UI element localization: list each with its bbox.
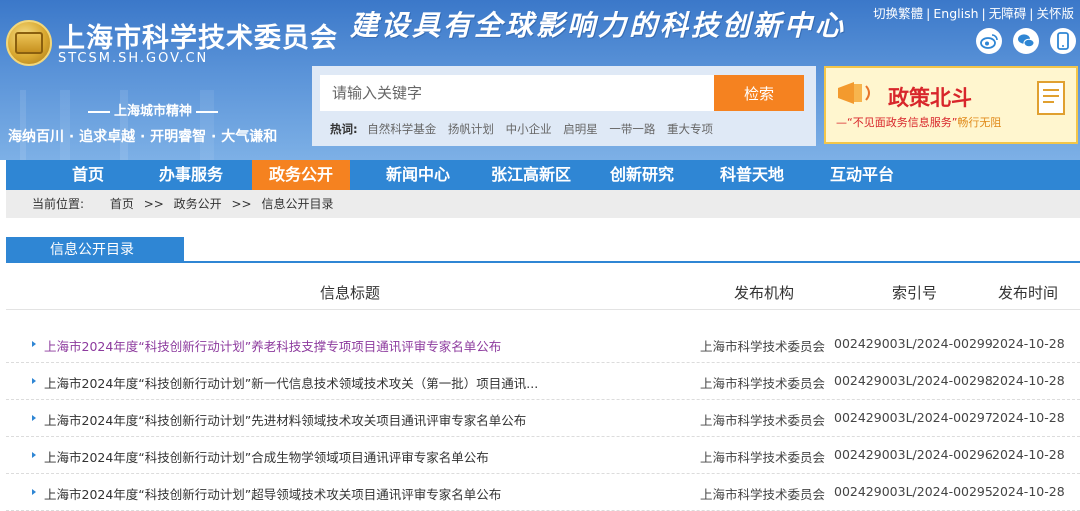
section-tab-info-catalog[interactable]: 信息公开目录	[6, 237, 184, 263]
hot-word-link[interactable]: 扬帆计划	[448, 122, 494, 136]
column-header-date: 发布时间	[998, 284, 1059, 302]
column-header-title: 信息标题	[320, 284, 381, 302]
row-org: 上海市科学技术委员会	[700, 339, 826, 354]
nav-item-science[interactable]: 科普天地	[704, 160, 800, 190]
search-input[interactable]	[320, 75, 716, 111]
bullet-icon	[32, 489, 36, 495]
weibo-icon[interactable]	[976, 28, 1002, 54]
row-date: 2024-10-28	[992, 410, 1065, 425]
row-title-link[interactable]: 上海市2024年度“科技创新行动计划”合成生物学领域项目通讯评审专家名单公布	[44, 447, 489, 466]
hot-word-link[interactable]: 自然科学基金	[367, 122, 436, 136]
nav-item-home[interactable]: 首页	[48, 160, 128, 190]
promo-subtitle-highlight: 畅行无阻	[957, 116, 1002, 129]
document-icon	[1037, 81, 1065, 115]
mobile-icon[interactable]	[1050, 28, 1076, 54]
row-org: 上海市科学技术委员会	[700, 487, 826, 502]
site-title[interactable]: 上海市科学技术委员会	[58, 16, 338, 55]
city-spirit-text: 海纳百川 · 追求卓越 · 开明睿智 · 大气谦和	[8, 129, 278, 145]
bullet-icon	[32, 378, 36, 384]
promo-title: 政策北斗	[888, 86, 972, 110]
nav-item-news[interactable]: 新闻中心	[370, 160, 466, 190]
table-row: 上海市2024年度“科技创新行动计划”超导领域技术攻关项目通讯评审专家名单公布 …	[6, 474, 1080, 511]
bullet-icon	[32, 415, 36, 421]
row-title-link[interactable]: 上海市2024年度“科技创新行动计划”养老科技支撑专项项目通讯评审专家名单公布	[44, 336, 501, 355]
table-row: 上海市2024年度“科技创新行动计划”养老科技支撑专项项目通讯评审专家名单公布 …	[6, 326, 1080, 363]
row-org: 上海市科学技术委员会	[700, 376, 826, 391]
row-org: 上海市科学技术委员会	[700, 413, 826, 428]
row-title-link[interactable]: 上海市2024年度“科技创新行动计划”新一代信息技术领域技术攻关（第一批）项目通…	[44, 373, 538, 392]
column-header-org: 发布机构	[734, 284, 795, 302]
header-divider	[6, 309, 1080, 310]
nav-item-zhangjiang[interactable]: 张江高新区	[476, 160, 586, 190]
breadcrumb-home[interactable]: 首页	[110, 197, 134, 211]
breadcrumb: 当前位置: 首页 >> 政务公开 >> 信息公开目录	[6, 190, 1080, 218]
link-care-mode[interactable]: 关怀版	[1036, 6, 1074, 21]
hot-word-link[interactable]: 中小企业	[506, 122, 552, 136]
search-button[interactable]: 检索	[714, 75, 804, 111]
table-row: 上海市2024年度“科技创新行动计划”先进材料领域技术攻关项目通讯评审专家名单公…	[6, 400, 1080, 437]
row-title-link[interactable]: 上海市2024年度“科技创新行动计划”先进材料领域技术攻关项目通讯评审专家名单公…	[44, 410, 526, 429]
row-org: 上海市科学技术委员会	[700, 450, 826, 465]
row-date: 2024-10-28	[992, 447, 1065, 462]
promo-subtitle: —“不见面政务信息服务”畅行无阻	[836, 114, 1001, 130]
bullet-icon	[32, 452, 36, 458]
hot-word-link[interactable]: 重大专项	[667, 122, 713, 136]
bullet-icon	[32, 341, 36, 347]
slogan-banner: 建设具有全球影响力的科技创新中心	[350, 9, 847, 42]
nav-item-innovation[interactable]: 创新研究	[594, 160, 690, 190]
wechat-icon[interactable]	[1013, 28, 1039, 54]
table-row: 上海市2024年度“科技创新行动计划”新一代信息技术领域技术攻关（第一批）项目通…	[6, 363, 1080, 400]
megaphone-icon	[838, 82, 870, 104]
row-title-link[interactable]: 上海市2024年度“科技创新行动计划”超导领域技术攻关项目通讯评审专家名单公布	[44, 484, 501, 503]
nav-item-interaction[interactable]: 互动平台	[814, 160, 910, 190]
row-index: 002429003L/2024-00298	[834, 373, 993, 388]
site-domain: STCSM.SH.GOV.CN	[58, 51, 209, 66]
row-index: 002429003L/2024-00295	[834, 484, 993, 499]
row-date: 2024-10-28	[992, 336, 1065, 351]
hot-words-row: 热词: 自然科学基金 扬帆计划 中小企业 启明星 一带一路 重大专项	[330, 121, 721, 137]
hot-word-link[interactable]: 启明星	[563, 122, 598, 136]
policy-beidou-banner[interactable]: 政策北斗 —“不见面政务信息服务”畅行无阻	[824, 66, 1078, 144]
link-traditional-chinese[interactable]: 切换繁體	[873, 6, 923, 21]
government-emblem-logo[interactable]	[6, 20, 52, 66]
row-index: 002429003L/2024-00299	[834, 336, 993, 351]
row-date: 2024-10-28	[992, 484, 1065, 499]
city-spirit-label: 上海城市精神	[84, 100, 222, 119]
search-panel: 检索 热词: 自然科学基金 扬帆计划 中小企业 启明星 一带一路 重大专项	[312, 66, 816, 146]
link-english[interactable]: English	[933, 6, 978, 21]
nav-item-services[interactable]: 办事服务	[146, 160, 236, 190]
promo-subtitle-prefix: —“不见面政务信息服务”	[836, 116, 958, 129]
breadcrumb-current: 信息公开目录	[261, 197, 334, 211]
column-header-index: 索引号	[892, 284, 938, 302]
table-row: 上海市2024年度“科技创新行动计划”合成生物学领域项目通讯评审专家名单公布 上…	[6, 437, 1080, 474]
breadcrumb-label: 当前位置:	[32, 197, 85, 211]
hot-word-link[interactable]: 一带一路	[609, 122, 655, 136]
hot-words-label: 热词:	[330, 122, 358, 136]
site-header: 上海市科学技术委员会 STCSM.SH.GOV.CN 建设具有全球影响力的科技创…	[0, 0, 1080, 160]
top-links: 切换繁體 | English | 无障碍 | 关怀版	[873, 6, 1074, 21]
nav-item-gov-affairs[interactable]: 政务公开	[252, 160, 350, 190]
row-date: 2024-10-28	[992, 373, 1065, 388]
row-index: 002429003L/2024-00296	[834, 447, 993, 462]
link-accessibility[interactable]: 无障碍	[989, 6, 1027, 21]
breadcrumb-gov-affairs[interactable]: 政务公开	[174, 197, 222, 211]
row-index: 002429003L/2024-00297	[834, 410, 993, 425]
main-nav: 首页 办事服务 政务公开 新闻中心 张江高新区 创新研究 科普天地 互动平台	[6, 160, 1080, 190]
